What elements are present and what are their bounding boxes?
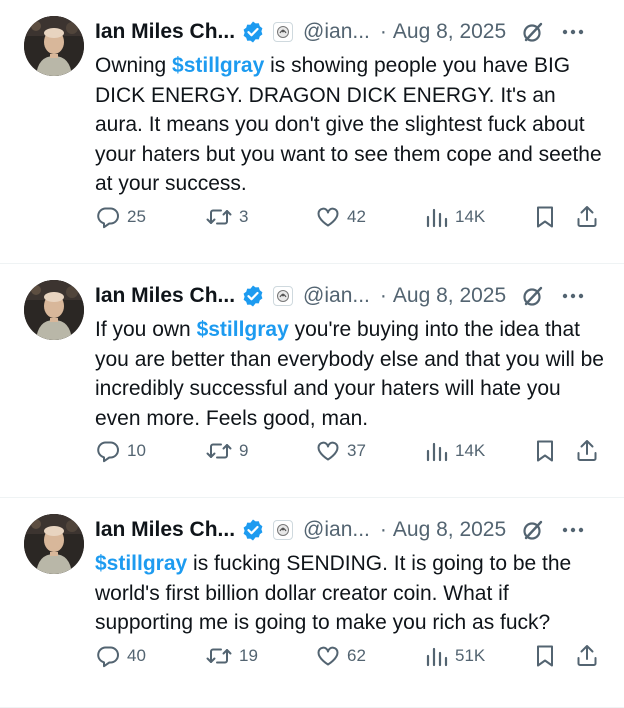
like-button[interactable]: 42 xyxy=(315,204,425,230)
tweet-feed: Ian Miles Ch... @ian... · Aug 8, 2025 Ow… xyxy=(0,0,624,708)
like-button[interactable]: 37 xyxy=(315,438,425,464)
reply-button[interactable]: 40 xyxy=(95,643,205,669)
repost-button[interactable]: 19 xyxy=(205,643,315,669)
like-count: 42 xyxy=(347,207,366,226)
share-button[interactable] xyxy=(575,204,605,230)
views-icon xyxy=(425,438,449,464)
like-count: 37 xyxy=(347,441,366,460)
affiliate-badge-icon[interactable] xyxy=(273,520,294,540)
tweet-content: Ian Miles Ch... @ian... · Aug 8, 2025 $s… xyxy=(95,512,608,638)
grok-icon[interactable] xyxy=(520,283,546,309)
views-count: 51K xyxy=(455,646,486,665)
affiliate-badge-icon[interactable] xyxy=(273,286,294,306)
bookmark-icon xyxy=(533,643,557,669)
tweet-header: Ian Miles Ch... @ian... · Aug 8, 2025 xyxy=(95,14,608,50)
reply-count: 40 xyxy=(127,646,146,665)
more-icon[interactable] xyxy=(560,283,586,309)
tweet-header: Ian Miles Ch... @ian... · Aug 8, 2025 xyxy=(95,512,608,548)
views-count: 14K xyxy=(455,207,486,226)
reply-icon xyxy=(95,643,121,669)
verified-badge-icon xyxy=(241,284,265,308)
tweet-actions: 10 9 37 14K xyxy=(95,436,608,466)
tweet[interactable]: Ian Miles Ch... @ian... · Aug 8, 2025 Ow… xyxy=(0,0,624,264)
cashtag-link[interactable]: $stillgray xyxy=(172,54,264,77)
bookmark-icon xyxy=(533,438,557,464)
grok-icon[interactable] xyxy=(520,19,546,45)
share-icon xyxy=(575,438,599,464)
verified-badge-icon xyxy=(241,518,265,542)
repost-count: 3 xyxy=(239,207,249,226)
like-icon xyxy=(315,204,341,230)
cashtag-link[interactable]: $stillgray xyxy=(197,318,289,341)
verified-badge-icon xyxy=(241,20,265,44)
like-icon xyxy=(315,438,341,464)
reply-count: 25 xyxy=(127,207,146,226)
more-icon[interactable] xyxy=(560,19,586,45)
author-handle[interactable]: @ian... xyxy=(303,518,370,542)
author-name[interactable]: Ian Miles Ch... xyxy=(95,518,235,542)
reply-icon xyxy=(95,204,121,230)
tweet-text-before: Owning xyxy=(95,54,173,77)
avatar[interactable] xyxy=(24,16,84,76)
tweet-date[interactable]: Aug 8, 2025 xyxy=(393,20,506,44)
repost-icon xyxy=(205,643,233,669)
affiliate-badge-icon[interactable] xyxy=(273,22,294,42)
like-count: 62 xyxy=(347,646,366,665)
reply-button[interactable]: 10 xyxy=(95,438,205,464)
reply-button[interactable]: 25 xyxy=(95,204,205,230)
reply-icon xyxy=(95,438,121,464)
views-button[interactable]: 14K xyxy=(425,204,533,230)
repost-count: 9 xyxy=(239,441,249,460)
tweet-text: If you own $stillgray you're buying into… xyxy=(95,315,608,433)
avatar[interactable] xyxy=(24,280,84,340)
more-icon[interactable] xyxy=(560,517,586,543)
tweet-content: Ian Miles Ch... @ian... · Aug 8, 2025 If… xyxy=(95,278,608,433)
like-button[interactable]: 62 xyxy=(315,643,425,669)
repost-button[interactable]: 9 xyxy=(205,438,315,464)
cashtag-link[interactable]: $stillgray xyxy=(95,552,187,575)
repost-button[interactable]: 3 xyxy=(205,204,315,230)
repost-count: 19 xyxy=(239,646,258,665)
author-handle[interactable]: @ian... xyxy=(303,20,370,44)
tweet-text: Owning $stillgray is showing people you … xyxy=(95,51,608,199)
views-icon xyxy=(425,204,449,230)
separator-dot: · xyxy=(379,518,387,541)
views-button[interactable]: 14K xyxy=(425,438,533,464)
like-icon xyxy=(315,643,341,669)
bookmark-button[interactable] xyxy=(533,438,575,464)
tweet-text: $stillgray is fucking SENDING. It is goi… xyxy=(95,549,608,638)
author-name[interactable]: Ian Miles Ch... xyxy=(95,20,235,44)
repost-icon xyxy=(205,204,233,230)
tweet[interactable]: Ian Miles Ch... @ian... · Aug 8, 2025 $s… xyxy=(0,498,624,708)
separator-dot: · xyxy=(379,284,387,307)
share-button[interactable] xyxy=(575,438,605,464)
grok-icon[interactable] xyxy=(520,517,546,543)
tweet-date[interactable]: Aug 8, 2025 xyxy=(393,284,506,308)
bookmark-button[interactable] xyxy=(533,643,575,669)
bookmark-button[interactable] xyxy=(533,204,575,230)
tweet-actions: 40 19 62 51K xyxy=(95,641,608,671)
reply-count: 10 xyxy=(127,441,146,460)
avatar[interactable] xyxy=(24,514,84,574)
tweet-date[interactable]: Aug 8, 2025 xyxy=(393,518,506,542)
tweet-text-before: If you own xyxy=(95,318,197,341)
share-icon xyxy=(575,643,599,669)
share-button[interactable] xyxy=(575,643,605,669)
tweet-content: Ian Miles Ch... @ian... · Aug 8, 2025 Ow… xyxy=(95,14,608,199)
views-count: 14K xyxy=(455,441,486,460)
tweet[interactable]: Ian Miles Ch... @ian... · Aug 8, 2025 If… xyxy=(0,264,624,498)
author-handle[interactable]: @ian... xyxy=(303,284,370,308)
tweet-header: Ian Miles Ch... @ian... · Aug 8, 2025 xyxy=(95,278,608,314)
views-button[interactable]: 51K xyxy=(425,643,533,669)
bookmark-icon xyxy=(533,204,557,230)
author-name[interactable]: Ian Miles Ch... xyxy=(95,284,235,308)
views-icon xyxy=(425,643,449,669)
tweet-actions: 25 3 42 14K xyxy=(95,202,608,232)
repost-icon xyxy=(205,438,233,464)
separator-dot: · xyxy=(379,20,387,43)
share-icon xyxy=(575,204,599,230)
